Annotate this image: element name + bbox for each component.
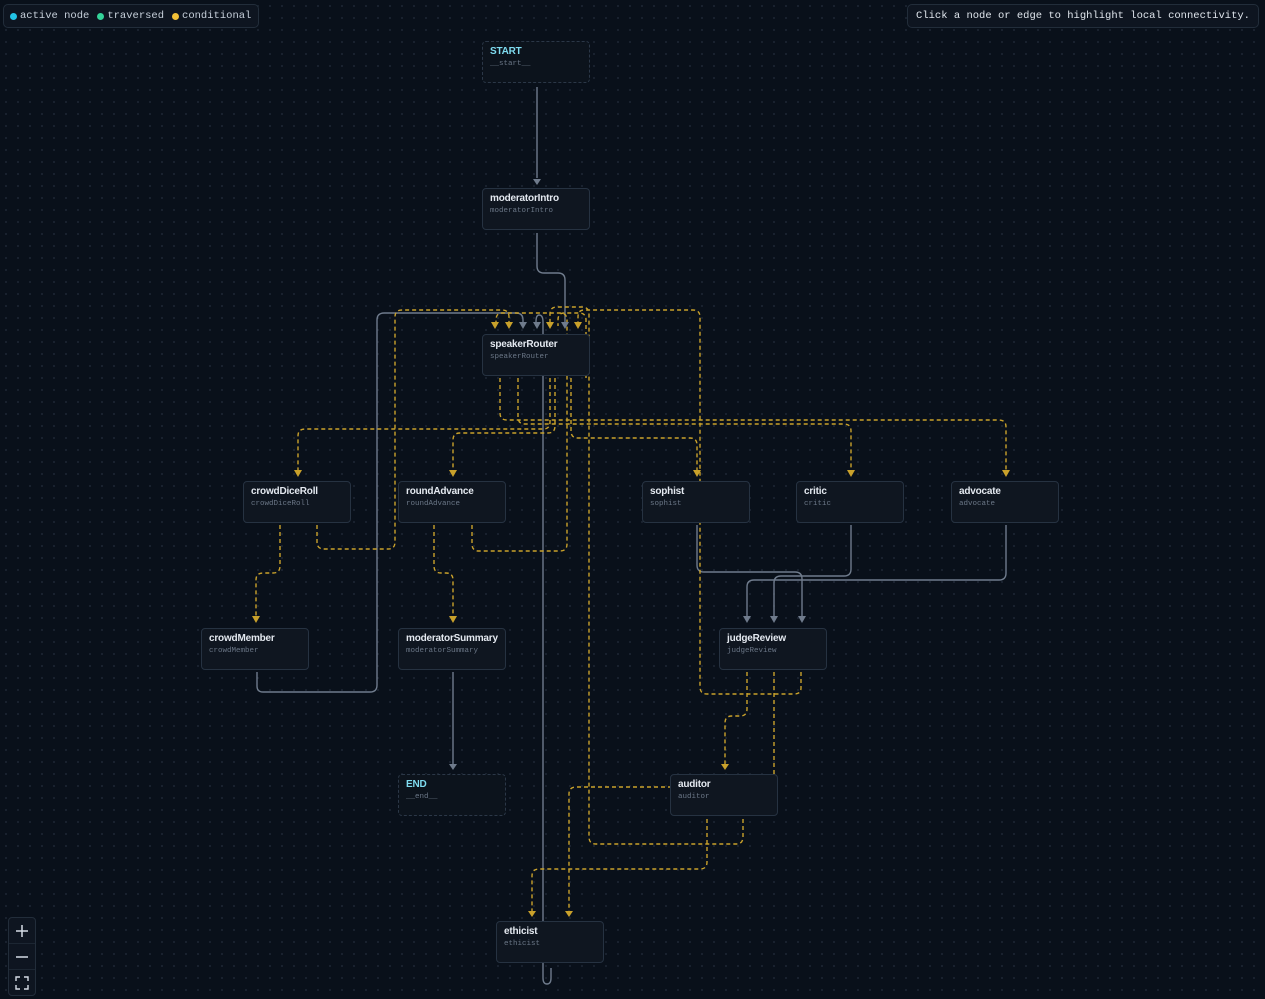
node-advocate[interactable]: advocate advocate: [951, 481, 1059, 523]
edge-roundAdvance-moderatorSummary[interactable]: [433, 525, 454, 616]
node-crowdDiceRoll[interactable]: crowdDiceRoll crowdDiceRoll: [243, 481, 351, 523]
zoom-out-icon: [16, 955, 28, 958]
zoom-in-button[interactable]: [9, 918, 35, 944]
node-id: auditor: [678, 793, 710, 801]
node-critic[interactable]: critic critic: [796, 481, 904, 523]
node-crowdMember[interactable]: crowdMember crowdMember: [201, 628, 309, 670]
node-moderatorSummary[interactable]: moderatorSummary moderatorSummary: [398, 628, 506, 670]
graph-canvas[interactable]: START __start__ moderatorIntro moderator…: [0, 0, 1265, 999]
traversed-dot-icon: [97, 12, 105, 20]
node-speakerRouter[interactable]: speakerRouter speakerRouter: [482, 334, 590, 376]
node-ethicist[interactable]: ethicist ethicist: [496, 921, 604, 963]
edge-critic-judgeReview[interactable]: [773, 525, 852, 616]
node-title: advocate: [959, 486, 1001, 497]
node-title: moderatorSummary: [406, 633, 498, 644]
node-title: roundAdvance: [406, 486, 474, 497]
edge-judgeReview-auditor[interactable]: [724, 672, 748, 764]
edge-ethicist-speakerRouter[interactable]: [535, 314, 552, 985]
conditional-dot-icon: [172, 12, 180, 20]
active-dot-icon: [10, 12, 17, 20]
node-moderatorIntro[interactable]: moderatorIntro moderatorIntro: [482, 188, 590, 230]
node-id: crowdMember: [209, 647, 259, 655]
zoom-in-icon: [16, 924, 28, 937]
node-id: speakerRouter: [490, 353, 549, 361]
legend-label: traversed: [107, 10, 165, 22]
node-id: critic: [804, 500, 832, 508]
node-title: judgeReview: [727, 633, 786, 644]
node-id: sophist: [650, 500, 682, 508]
edge-crowdDiceRoll-crowdMember[interactable]: [255, 525, 281, 616]
node-judgeReview[interactable]: judgeReview judgeReview: [719, 628, 827, 670]
zoom-controls: [8, 917, 36, 996]
node-id: advocate: [959, 500, 996, 508]
edge-advocate-judgeReview[interactable]: [746, 525, 1007, 616]
legend-item-traversed: traversed: [97, 10, 164, 22]
hint-box: Click a node or edge to highlight local …: [907, 4, 1259, 28]
node-title: crowdMember: [209, 633, 275, 644]
edge-sophist-judgeReview[interactable]: [696, 525, 803, 616]
node-title: sophist: [650, 486, 685, 497]
node-id: judgeReview: [727, 647, 777, 655]
node-id: __end__: [406, 793, 438, 801]
node-id: ethicist: [504, 940, 541, 948]
fit-view-button[interactable]: [9, 970, 35, 995]
node-auditor[interactable]: auditor auditor: [670, 774, 778, 816]
legend-item-active: active node: [10, 10, 89, 22]
edge-moderatorIntro-speakerRouter[interactable]: [536, 233, 566, 326]
legend-label: conditional: [182, 10, 252, 22]
node-title: auditor: [678, 779, 711, 790]
node-title: moderatorIntro: [490, 193, 559, 204]
edge-layer: [252, 87, 1010, 985]
fit-view-icon: [15, 975, 29, 990]
node-title: crowdDiceRoll: [251, 486, 318, 497]
zoom-out-button[interactable]: [9, 944, 35, 970]
arrowheads: [252, 179, 1010, 917]
node-id: crowdDiceRoll: [251, 500, 310, 508]
node-id: moderatorIntro: [490, 207, 554, 215]
edge-speakerRouter-crowdDiceRoll[interactable]: [297, 378, 551, 470]
legend-item-conditional: conditional: [172, 10, 251, 22]
node-title: START: [490, 46, 522, 57]
node-roundAdvance[interactable]: roundAdvance roundAdvance: [398, 481, 506, 523]
edge-speakerRouter-critic[interactable]: [517, 378, 852, 470]
edge-auditor-ethicist[interactable]: [531, 819, 708, 912]
legend-label: active node: [20, 10, 90, 22]
hint-text: Click a node or edge to highlight local …: [916, 10, 1250, 22]
legend: active node traversed conditional: [3, 4, 260, 28]
node-id: roundAdvance: [406, 500, 461, 508]
edge-auditor-speakerRouter[interactable]: [549, 306, 744, 845]
node-title: critic: [804, 486, 827, 497]
node-title: speakerRouter: [490, 339, 558, 350]
node-title: ethicist: [504, 926, 538, 937]
node-sophist[interactable]: sophist sophist: [642, 481, 750, 523]
node-title: END: [406, 779, 427, 790]
node-start[interactable]: START __start__: [482, 41, 590, 83]
node-id: moderatorSummary: [406, 647, 479, 655]
node-end[interactable]: END __end__: [398, 774, 506, 816]
node-id: __start__: [490, 60, 531, 68]
